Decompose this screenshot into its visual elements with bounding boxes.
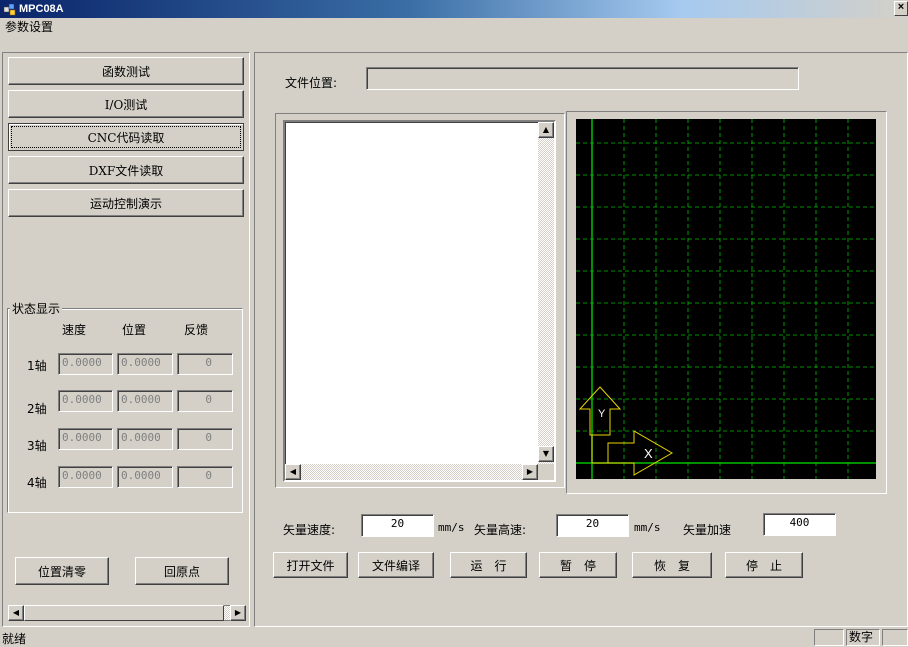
axis1-label: 1轴 [27,359,47,373]
file-location-label: 文件位置: [285,76,338,90]
axis4-feedback-field[interactable]: 0 [177,466,233,488]
window-title: MPC08A [19,3,64,15]
axis4-label: 4轴 [27,476,47,490]
num-lock-indicator: 数字 [846,629,880,646]
axis3-feedback-field[interactable]: 0 [177,428,233,450]
left-scroll-thumb[interactable] [24,605,224,621]
return-home-button[interactable]: 回原点 [135,557,229,585]
plot-background [576,119,876,479]
scroll-up-button[interactable]: ▲ [538,122,554,138]
axis4-speed-field[interactable]: 0.0000 [58,466,113,488]
status-bar: 就绪 数字 [0,628,908,647]
function-test-button[interactable]: 函数测试 [8,57,244,85]
title-bar: MPC08A [0,0,908,18]
scroll-corner [538,464,554,480]
code-scroll-left-button[interactable]: ◀ [285,464,301,480]
close-button[interactable]: × [894,1,908,16]
axis3-speed-field[interactable]: 0.0000 [58,428,113,450]
stop-button[interactable]: 停 止 [725,552,803,578]
app-icon [3,3,16,16]
status-text: 就绪 [2,632,27,646]
axis4-position-field[interactable]: 0.0000 [117,466,173,488]
compile-file-button[interactable]: 文件编译 [358,552,434,578]
scroll-left-button[interactable]: ◀ [8,605,24,621]
axis2-feedback-field[interactable]: 0 [177,390,233,412]
code-h-scrollbar[interactable] [285,464,538,480]
vector-accel-input[interactable]: 400 [763,513,836,536]
status-cell-extra [882,629,908,646]
pause-button[interactable]: 暂 停 [539,552,617,578]
axis2-label: 2轴 [27,402,47,416]
vector-high-speed-input[interactable]: 20 [556,514,629,537]
y-axis-label: Y [598,408,606,420]
menu-bar: 参数设置 [0,18,908,36]
code-text-area[interactable] [283,120,556,482]
file-location-field[interactable] [366,67,799,90]
axis3-label: 3轴 [27,439,47,453]
axis2-speed-field[interactable]: 0.0000 [58,390,113,412]
motion-demo-button[interactable]: 运动控制演示 [8,189,244,217]
vector-accel-label: 矢量加速 [683,523,732,537]
open-file-button[interactable]: 打开文件 [273,552,348,578]
status-cell-empty [814,629,844,646]
vector-speed-label: 矢量速度: [283,523,336,537]
position-zero-button[interactable]: 位置清零 [15,557,109,585]
scroll-down-button[interactable]: ▼ [538,446,554,462]
unit-mm-s-1: mm/s [438,521,465,534]
menu-params-settings[interactable]: 参数设置 [2,20,56,34]
axis1-feedback-field[interactable]: 0 [177,353,233,375]
x-axis-label: X [644,446,653,461]
code-scroll-right-button[interactable]: ▶ [522,464,538,480]
vector-high-speed-label: 矢量高速: [474,523,527,537]
status-display-title: 状态显示 [10,300,63,317]
axis1-position-field[interactable]: 0.0000 [117,353,173,375]
header-feedback: 反馈 [184,323,209,337]
dxf-file-read-button[interactable]: DXF文件读取 [8,156,244,184]
io-test-button[interactable]: I/O测试 [8,90,244,118]
axis3-position-field[interactable]: 0.0000 [117,428,173,450]
resume-button[interactable]: 恢 复 [632,552,712,578]
cnc-code-read-button[interactable]: CNC代码读取 [8,123,244,151]
header-position: 位置 [122,323,147,337]
plot-canvas[interactable]: Y X [576,119,876,479]
unit-mm-s-2: mm/s [634,521,661,534]
scroll-right-button[interactable]: ▶ [230,605,246,621]
vector-speed-input[interactable]: 20 [361,514,434,537]
run-button[interactable]: 运 行 [450,552,527,578]
code-v-scrollbar[interactable] [538,122,554,464]
axis2-position-field[interactable]: 0.0000 [117,390,173,412]
axis1-speed-field[interactable]: 0.0000 [58,353,113,375]
header-speed: 速度 [62,323,87,337]
